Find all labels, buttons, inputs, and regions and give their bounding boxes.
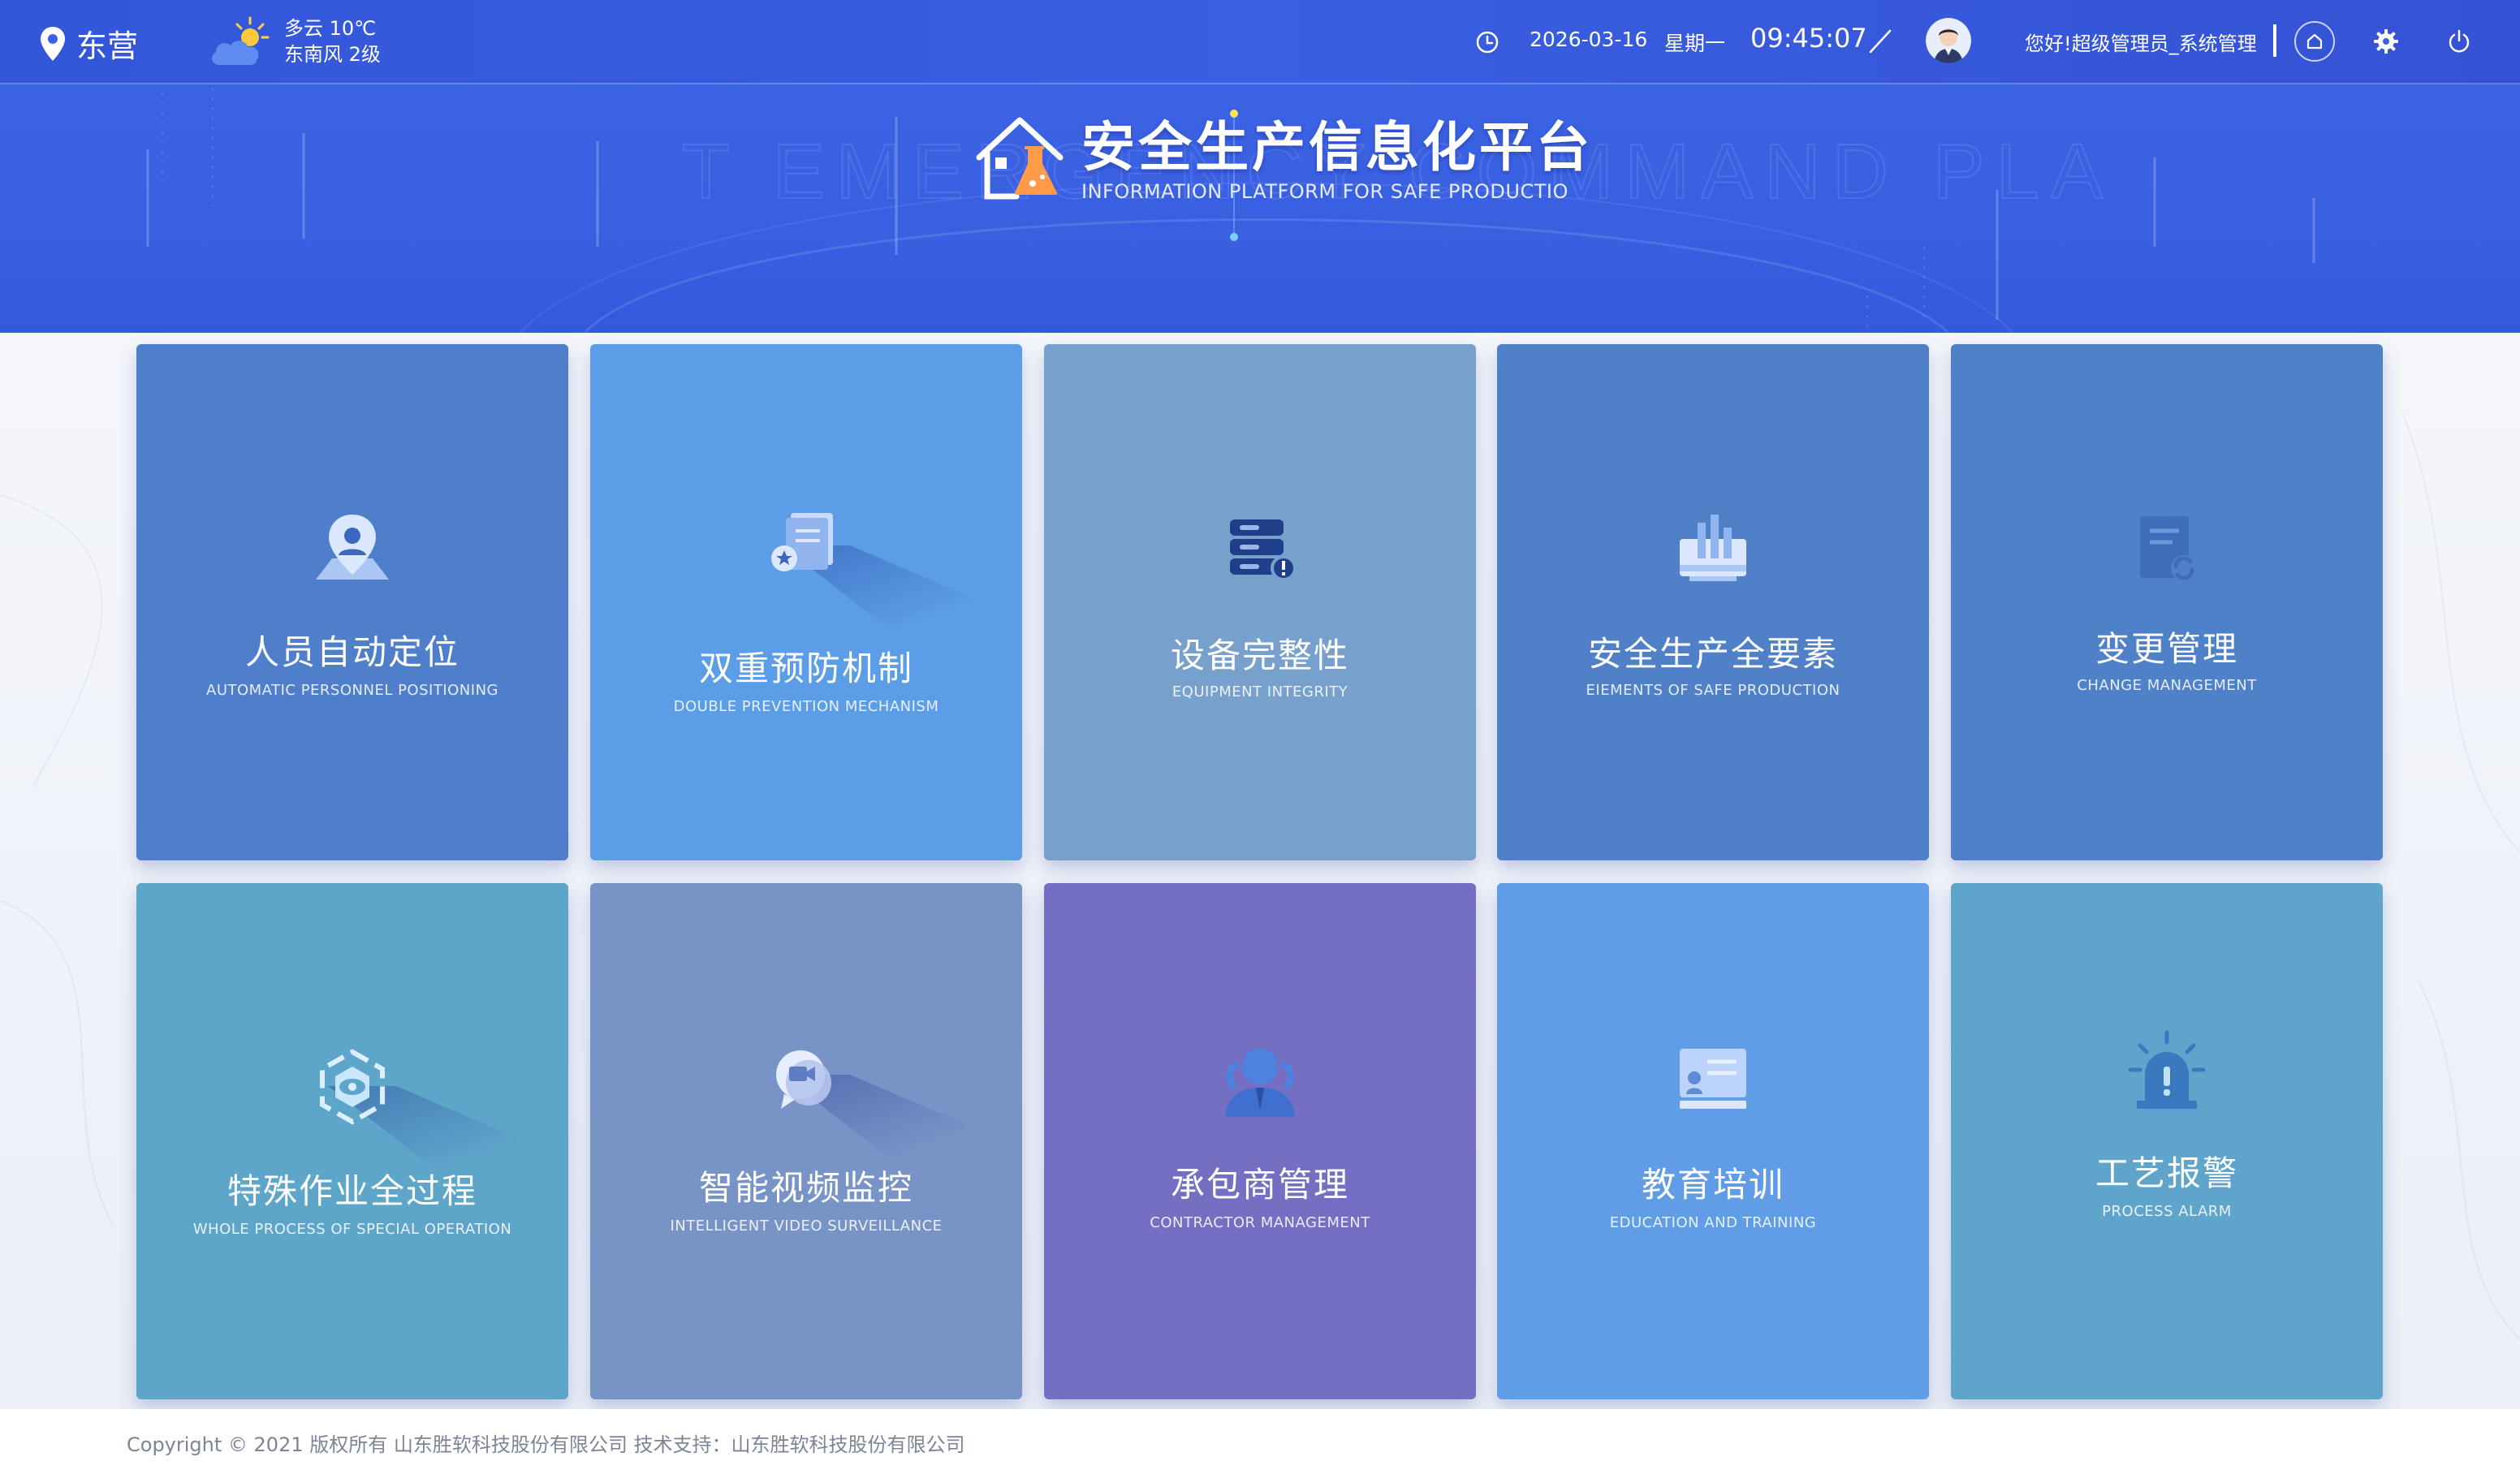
module-subtitle: CONTRACTOR MANAGEMENT [1150, 1214, 1370, 1231]
person-tie-icon [1225, 1049, 1295, 1117]
power-icon [2449, 29, 2470, 53]
hexagon-eye-icon [320, 1049, 385, 1125]
module-card-equipment-integrity[interactable]: 设备完整性 EQUIPMENT INTEGRITY [1044, 344, 1476, 860]
platform-brand: 安全生产信息化平台 INFORMATION PLATFORM FOR SAFE … [971, 112, 1593, 206]
video-chat-icon [776, 1050, 831, 1109]
module-card-change-management[interactable]: 变更管理 CHANGE MANAGEMENT [1951, 344, 2383, 860]
module-grid-area: 人员自动定位 AUTOMATIC PERSONNEL POSITIONING 双… [0, 333, 2520, 1409]
module-card-contractor-management[interactable]: 承包商管理 CONTRACTOR MANAGEMENT [1044, 883, 1476, 1399]
module-title: 变更管理 [2095, 629, 2238, 669]
module-title: 设备完整性 [1170, 636, 1349, 675]
house-flask-logo-icon [976, 117, 1064, 200]
module-card-process-alarm[interactable]: 工艺报警 PROCESS ALARM [1951, 883, 2383, 1399]
module-card-video-surveillance[interactable]: 智能视频监控 INTELLIGENT VIDEO SURVEILLANCE [590, 883, 1022, 1399]
module-title: 教育培训 [1641, 1165, 1784, 1205]
map-pin-person-icon [316, 515, 389, 580]
module-subtitle: WHOLE PROCESS OF SPECIAL OPERATION [192, 1221, 512, 1238]
module-title: 安全生产全要素 [1587, 634, 1838, 674]
avatar[interactable] [1926, 18, 1971, 63]
module-title: 特殊作业全过程 [227, 1171, 477, 1211]
current-weekday: 星期一 [1664, 32, 1726, 55]
home-button[interactable] [2294, 21, 2335, 62]
current-date: 2026-03-16 [1530, 28, 1648, 51]
user-avatar-icon [1926, 18, 1971, 63]
factory-chart-icon [1680, 515, 1746, 581]
module-subtitle: INTELLIGENT VIDEO SURVEILLANCE [670, 1218, 943, 1235]
module-title: 双重预防机制 [698, 649, 913, 688]
top-bar: 东营 多云 10℃ 东南风 2级 2026-03-16 星期一 09:45:07 [0, 0, 2520, 84]
location[interactable]: 东营 [39, 21, 138, 66]
module-card-special-operation[interactable]: 特殊作业全过程 WHOLE PROCESS OF SPECIAL OPERATI… [136, 883, 568, 1399]
logout-button[interactable] [2439, 21, 2479, 62]
copyright-text: Copyright © 2021 版权所有 山东胜软科技股份有限公司 技术支持：… [127, 1433, 965, 1456]
footer: Copyright © 2021 版权所有 山东胜软科技股份有限公司 技术支持：… [0, 1409, 2520, 1474]
weather-condition: 多云 10℃ [284, 17, 377, 40]
module-title: 智能视频监控 [698, 1168, 913, 1208]
module-subtitle: EDUCATION AND TRAINING [1609, 1214, 1817, 1231]
module-subtitle: DOUBLE PREVENTION MECHANISM [673, 698, 939, 715]
platform-subtitle: INFORMATION PLATFORM FOR SAFE PRODUCTIO [1081, 180, 1569, 203]
module-card-double-prevention[interactable]: 双重预防机制 DOUBLE PREVENTION MECHANISM [590, 344, 1022, 860]
module-title: 人员自动定位 [244, 632, 460, 672]
training-board-icon [1680, 1049, 1746, 1109]
weather-wind: 东南风 2级 [284, 43, 381, 66]
module-title: 工艺报警 [2095, 1153, 2238, 1193]
banner: T EMERGENCY COMMAND PLA 安全生产信息化平台 INFORM… [0, 84, 2520, 333]
module-card-personnel-positioning[interactable]: 人员自动定位 AUTOMATIC PERSONNEL POSITIONING [136, 344, 568, 860]
clock-icon [1476, 31, 1499, 54]
header-divider [2273, 24, 2276, 57]
city-name: 东营 [76, 28, 139, 64]
module-subtitle: AUTOMATIC PERSONNEL POSITIONING [206, 682, 498, 699]
module-subtitle: EIEMENTS OF SAFE PRODUCTION [1586, 682, 1840, 699]
home-icon [2306, 33, 2323, 50]
alarm-siren-icon [2128, 1030, 2206, 1109]
current-time: 09:45:07 [1750, 23, 1867, 54]
weather-widget: 多云 10℃ 东南风 2级 [208, 15, 381, 68]
gear-icon [2374, 29, 2398, 54]
module-card-safe-production-elements[interactable]: 安全生产全要素 EIEMENTS OF SAFE PRODUCTION [1497, 344, 1929, 860]
slash-icon [1869, 29, 1892, 54]
platform-title: 安全生产信息化平台 [1081, 116, 1593, 179]
module-subtitle: CHANGE MANAGEMENT [2077, 677, 2257, 694]
location-pin-icon [41, 26, 65, 61]
settings-button[interactable] [2366, 21, 2406, 62]
module-subtitle: PROCESS ALARM [2102, 1203, 2232, 1220]
cloud-sun-icon [212, 16, 270, 65]
document-star-icon [771, 513, 833, 571]
module-title: 承包商管理 [1170, 1165, 1349, 1205]
server-alert-icon [1230, 519, 1297, 581]
document-refresh-icon [2140, 516, 2197, 581]
module-card-education-training[interactable]: 教育培训 EDUCATION AND TRAINING [1497, 883, 1929, 1399]
module-subtitle: EQUIPMENT INTEGRITY [1172, 683, 1348, 700]
user-greeting[interactable]: 您好!超级管理员_系统管理 [2025, 28, 2257, 56]
